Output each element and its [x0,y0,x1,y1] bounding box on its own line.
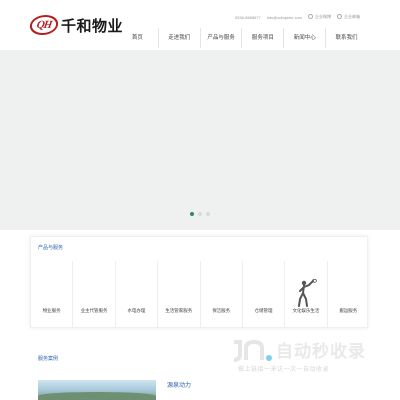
email-address: info@sdhqwhe.com [266,14,303,20]
service-label: 仓储管理 [254,308,273,313]
watermark-main: 自动秒收录 [230,337,366,362]
mail-link[interactable]: 企业邮箱 [337,14,360,20]
nav-item-home[interactable]: 首页 [117,28,158,48]
watermark-logo-icon [233,339,272,362]
service-item[interactable]: 仓储管理 [241,261,284,328]
top-contact-bar: 0536-8668677 info@sdhqwhe.com 企业微博 企业邮箱 [235,14,360,20]
wechat-link[interactable]: 企业微博 [308,14,331,20]
services-grid: 物业服务 业主代管服务 水电办理 生活管家服务 保洁服务 仓储管理 文化娱乐生活… [31,261,369,328]
hero-banner[interactable] [0,50,400,230]
case-thumbnail[interactable] [38,380,156,400]
service-item[interactable]: 保洁服务 [199,261,242,328]
cases-title: 服务案例 [38,356,59,362]
nav-item-about[interactable]: 走进我们 [157,28,200,48]
service-label: 搬运服务 [339,308,358,313]
service-label: 保洁服务 [212,308,231,313]
site-header: QH 千和物业 0536-8668677 info@sdhqwhe.com 企业… [0,0,400,50]
mail-icon [337,14,343,20]
wechat-icon [308,14,314,20]
service-label: 生活管家服务 [165,308,193,313]
service-label: 文化娱乐生活 [292,308,320,313]
service-label: 物业服务 [42,308,61,313]
carousel-dot-3[interactable] [206,212,210,216]
service-item[interactable]: 物业服务 [31,261,72,328]
carousel-dots [190,212,210,216]
nav-item-projects[interactable]: 服务项目 [241,28,283,48]
service-item[interactable]: 生活管家服务 [157,261,199,328]
nav-item-news[interactable]: 新闻中心 [283,28,325,48]
logo-mark-text: QH [35,19,53,31]
nav-item-products[interactable]: 产品与服务 [199,28,242,48]
carousel-dot-1[interactable] [190,212,194,216]
mail-link-label: 企业邮箱 [344,14,361,19]
case-item-title[interactable]: 源泉动力 [167,380,191,389]
phone-number: 0536-8668677 [235,14,261,20]
watermark-text: 自动秒收录 [276,342,366,362]
services-title: 产品与服务 [38,245,64,251]
carousel-dot-2[interactable] [198,212,202,216]
case-thumbnail-landscape [38,392,156,400]
services-panel: 产品与服务 物业服务 业主代管服务 水电办理 生活管家服务 保洁服务 仓储管理 … [30,236,368,328]
nav-item-contact[interactable]: 联系我们 [325,28,367,48]
service-item[interactable]: 水电办理 [114,261,157,328]
service-label: 业主代管服务 [80,308,108,313]
watermark: 自动秒收录 做上链接一来访一次一自动收录 [230,333,390,377]
service-item[interactable]: 业主代管服务 [72,261,114,328]
tennis-player-icon [297,279,317,307]
watermark-subtext: 做上链接一来访一次一自动收录 [238,367,330,373]
logo-text: 千和物业 [61,16,124,35]
logo-mark-icon: QH [28,15,60,35]
site-logo[interactable]: QH 千和物业 [28,12,124,38]
main-nav: 首页 走进我们 产品与服务 服务项目 新闻中心 联系我们 [117,28,367,48]
service-item[interactable]: 文化娱乐生活 [284,261,326,328]
service-label: 水电办理 [127,308,146,313]
wechat-link-label: 企业微博 [315,14,332,19]
service-item[interactable]: 搬运服务 [326,261,369,328]
